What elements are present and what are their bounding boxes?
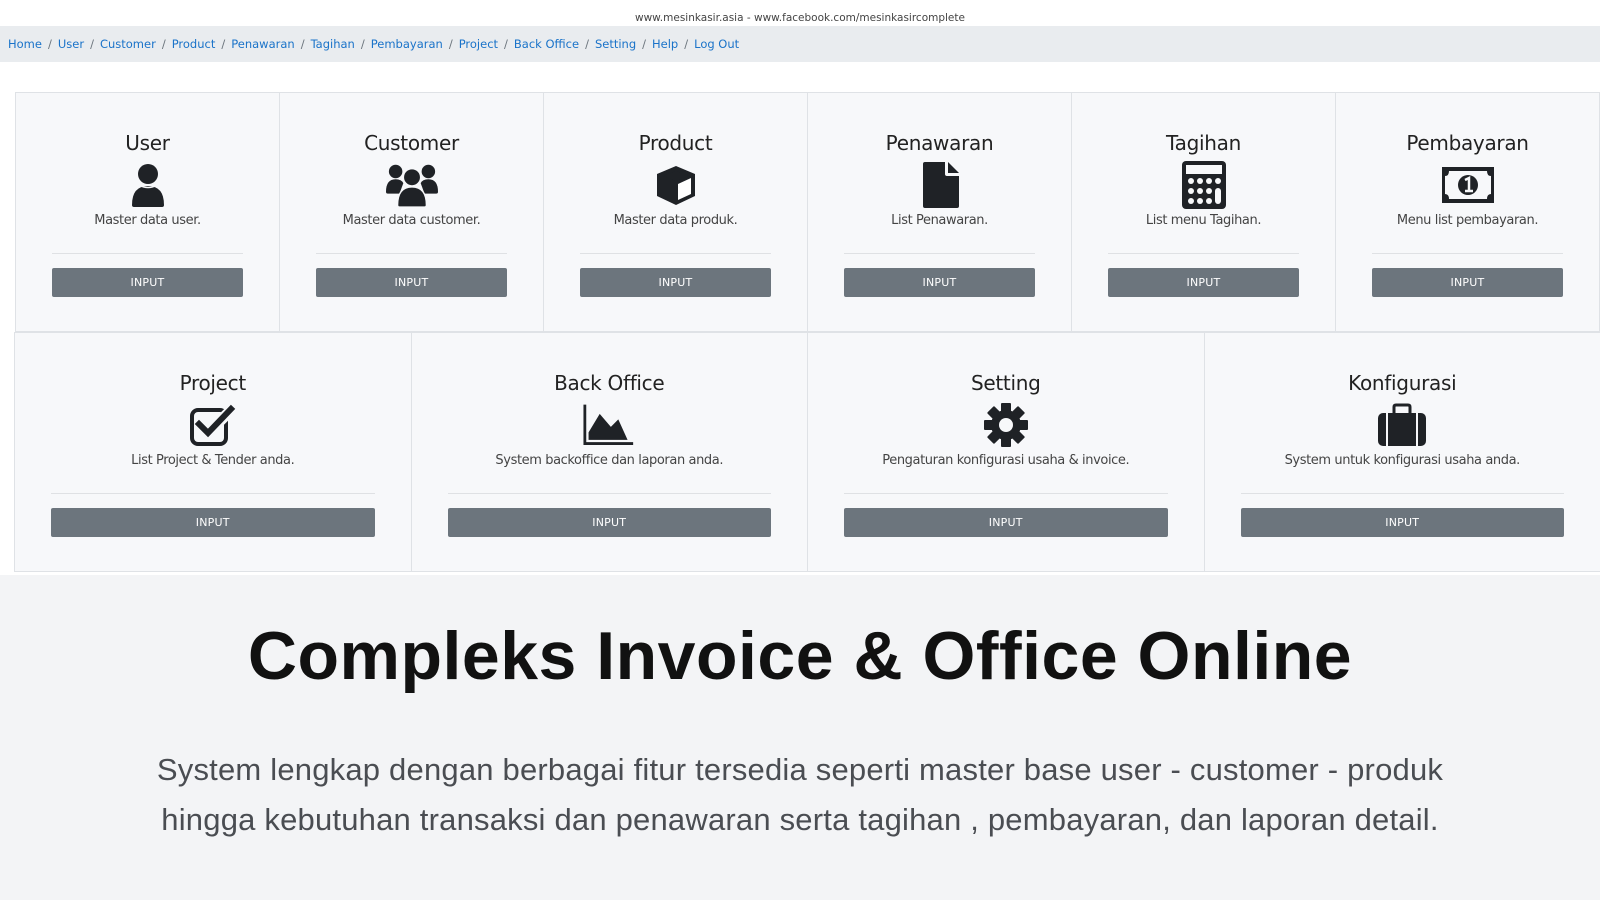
card-user: User Master data user. INPUT xyxy=(15,92,280,332)
card-divider xyxy=(447,493,771,494)
penawaran-input-button[interactable]: INPUT xyxy=(844,268,1035,297)
card-divider xyxy=(844,253,1035,254)
breadcrumb-product[interactable]: Product xyxy=(172,37,216,51)
promo-title: Compleks Invoice & Office Online xyxy=(247,618,1353,694)
card-title: Back Office xyxy=(554,371,665,395)
breadcrumb-separator: / xyxy=(90,37,94,51)
card-pembayaran: Pembayaran Menu list pembayaran. INPUT xyxy=(1335,92,1600,332)
breadcrumb-home[interactable]: Home xyxy=(8,37,42,51)
breadcrumb-separator: / xyxy=(47,37,52,51)
breadcrumb-project[interactable]: Project xyxy=(459,37,498,51)
card-title: Customer xyxy=(364,131,459,155)
file-icon xyxy=(914,161,966,209)
promo-description-line-1: System lengkap dengan berbagai fitur ter… xyxy=(156,752,1444,787)
card-title: Konfigurasi xyxy=(1348,371,1457,395)
breadcrumb-separator: / xyxy=(448,37,453,51)
breadcrumb-separator: / xyxy=(300,37,305,51)
card-title: Penawaran xyxy=(885,131,994,155)
project-input-button[interactable]: INPUT xyxy=(51,508,375,537)
setting-input-button[interactable]: INPUT xyxy=(844,508,1168,537)
breadcrumb-tagihan[interactable]: Tagihan xyxy=(311,37,355,51)
gear-icon xyxy=(980,401,1032,449)
check-square-icon xyxy=(187,401,239,449)
area-chart-icon xyxy=(583,401,635,449)
breadcrumb-separator: / xyxy=(360,37,365,51)
breadcrumb-separator: / xyxy=(684,37,689,51)
card-description: Master data customer. xyxy=(342,213,481,228)
card-back-office: Back Office System backoffice dan lapora… xyxy=(410,332,808,572)
card-description: Master data user. xyxy=(94,213,201,228)
breadcrumb-separator: / xyxy=(221,37,226,51)
card-description: Pengaturan konfigurasi usaha & invoice. xyxy=(882,453,1130,468)
card-description: System untuk konfigurasi usaha anda. xyxy=(1284,453,1521,468)
card-title: Setting xyxy=(970,371,1041,395)
breadcrumb-help[interactable]: Help xyxy=(652,37,678,51)
card-product: Product Master data produk. INPUT xyxy=(543,92,808,332)
card-customer: Customer Master data customer. INPUT xyxy=(279,92,544,332)
pembayaran-input-button[interactable]: INPUT xyxy=(1372,268,1563,297)
customer-input-button[interactable]: INPUT xyxy=(316,268,507,297)
card-divider xyxy=(1372,253,1563,254)
cube-icon xyxy=(650,161,702,209)
breadcrumb-separator: / xyxy=(585,37,589,51)
module-grid-row-2: Project List Project & Tender anda. INPU… xyxy=(14,332,1600,572)
card-divider xyxy=(51,493,375,494)
breadcrumb-customer[interactable]: Customer xyxy=(100,37,156,51)
card-title: Pembayaran xyxy=(1406,131,1529,155)
card-tagihan: Tagihan List menu Tagihan. INPUT xyxy=(1071,92,1336,332)
card-title: Tagihan xyxy=(1166,131,1241,155)
card-divider xyxy=(844,493,1168,494)
briefcase-icon xyxy=(1376,401,1428,449)
card-title: Project xyxy=(179,371,247,395)
card-penawaran: Penawaran List Penawaran. INPUT xyxy=(807,92,1072,332)
card-divider xyxy=(316,253,507,254)
card-description: Master data produk. xyxy=(613,213,738,228)
breadcrumb: Home / User / Customer / Product / Penaw… xyxy=(0,26,1600,62)
card-description: List menu Tagihan. xyxy=(1145,213,1262,228)
card-divider xyxy=(52,253,243,254)
card-project: Project List Project & Tender anda. INPU… xyxy=(14,332,412,572)
promo-banner: Compleks Invoice & Office Online System … xyxy=(0,575,1600,900)
breadcrumb-pembayaran[interactable]: Pembayaran xyxy=(371,37,443,51)
users-icon xyxy=(385,161,438,209)
card-title: User xyxy=(125,131,170,155)
promo-description-line-2: hingga kebutuhan transaksi dan penawaran… xyxy=(161,802,1439,837)
breadcrumb-separator: / xyxy=(161,37,166,51)
money-bill-icon xyxy=(1441,161,1494,209)
calculator-icon xyxy=(1178,161,1230,209)
promo-description: System lengkap dengan berbagai fitur ter… xyxy=(0,745,1600,845)
user-icon xyxy=(122,161,174,209)
card-description: List Project & Tender anda. xyxy=(131,453,295,468)
konfigurasi-input-button[interactable]: INPUT xyxy=(1240,508,1564,537)
back-office-input-button[interactable]: INPUT xyxy=(447,508,771,537)
breadcrumb-separator: / xyxy=(642,37,647,51)
breadcrumb-setting[interactable]: Setting xyxy=(595,37,636,51)
breadcrumb-separator: / xyxy=(504,37,508,51)
breadcrumb-user[interactable]: User xyxy=(58,37,84,51)
breadcrumb-back-office[interactable]: Back Office xyxy=(514,37,579,51)
card-divider xyxy=(580,253,771,254)
breadcrumb-penawaran[interactable]: Penawaran xyxy=(231,37,294,51)
card-title: Product xyxy=(638,131,713,155)
card-konfigurasi: Konfigurasi System untuk konfigurasi usa… xyxy=(1203,332,1600,572)
card-divider xyxy=(1108,253,1299,254)
card-description: Menu list pembayaran. xyxy=(1396,213,1539,228)
card-description: List Penawaran. xyxy=(891,213,988,228)
tagihan-input-button[interactable]: INPUT xyxy=(1108,268,1299,297)
user-input-button[interactable]: INPUT xyxy=(52,268,243,297)
product-input-button[interactable]: INPUT xyxy=(580,268,771,297)
card-description: System backoffice dan laporan anda. xyxy=(495,453,724,468)
breadcrumb-log-out[interactable]: Log Out xyxy=(694,37,739,51)
card-setting: Setting Pengaturan konfigurasi usaha & i… xyxy=(807,332,1205,572)
module-grid-row-1: User Master data user. INPUT Customer Ma… xyxy=(15,92,1600,332)
card-divider xyxy=(1240,493,1564,494)
site-url-line: www.mesinkasir.asia - www.facebook.com/m… xyxy=(0,0,1600,26)
